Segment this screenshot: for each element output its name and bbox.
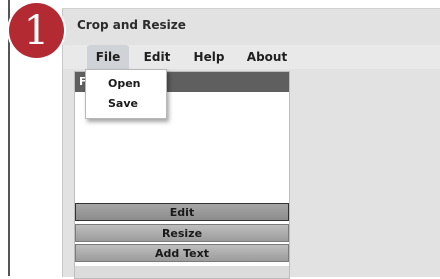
menu-item-open[interactable]: Open xyxy=(86,74,166,94)
panel-footer xyxy=(75,266,289,278)
window-title: Crop and Resize xyxy=(77,18,186,32)
title-bar: Crop and Resize xyxy=(63,9,440,43)
add-text-button[interactable]: Add Text xyxy=(75,244,289,262)
menu-file[interactable]: File xyxy=(87,45,129,69)
menu-bar: File Edit Help About xyxy=(63,45,440,69)
edit-button[interactable]: Edit xyxy=(75,203,289,221)
step-number-badge: 1 xyxy=(9,3,64,58)
file-dropdown-menu: Open Save xyxy=(85,69,167,119)
menu-edit[interactable]: Edit xyxy=(137,45,177,69)
left-margin-rule xyxy=(8,0,10,276)
menu-item-save[interactable]: Save xyxy=(86,94,166,114)
menu-help[interactable]: Help xyxy=(189,45,229,69)
menu-about[interactable]: About xyxy=(243,45,291,69)
resize-button[interactable]: Resize xyxy=(75,224,289,242)
app-window: Crop and Resize File Edit Help About F E… xyxy=(62,8,440,279)
